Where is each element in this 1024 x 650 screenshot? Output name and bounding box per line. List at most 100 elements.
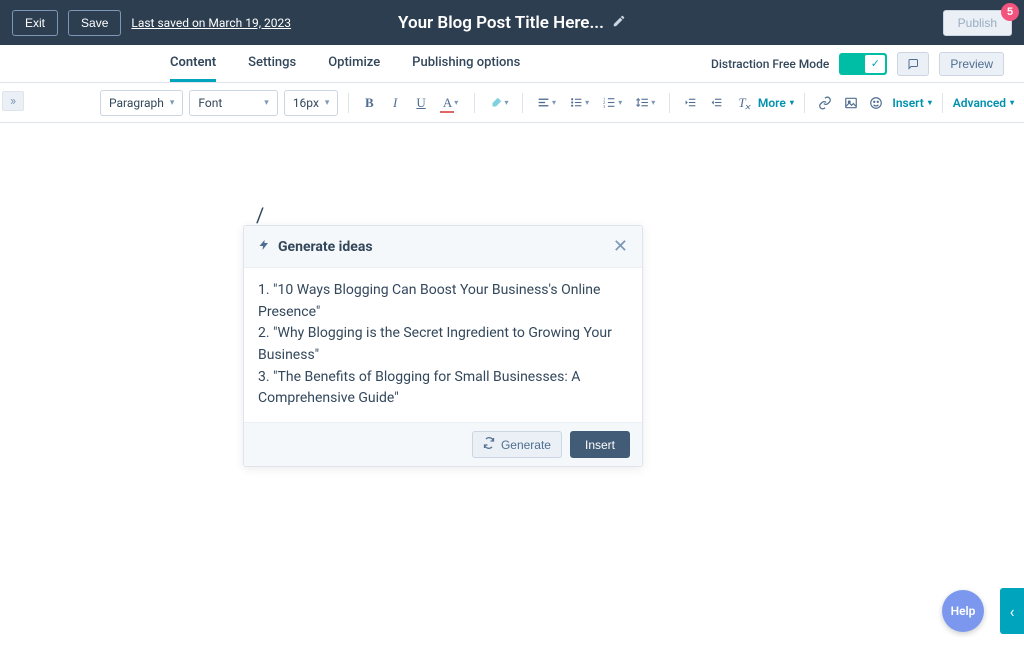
caret-icon: ▾ bbox=[1010, 98, 1014, 107]
topbar: Exit Save Last saved on March 19, 2023 Y… bbox=[0, 0, 1024, 45]
caret-icon: ▾ bbox=[790, 98, 794, 107]
more-menu[interactable]: More ▾ bbox=[758, 96, 794, 110]
italic-button[interactable]: I bbox=[385, 92, 405, 114]
save-button[interactable]: Save bbox=[68, 10, 121, 36]
popup-body: 1. "10 Ways Blogging Can Boost Your Busi… bbox=[244, 268, 642, 422]
font-size-select[interactable]: 16px ▾ bbox=[284, 90, 339, 116]
insert-label: Insert bbox=[892, 96, 923, 110]
exit-button[interactable]: Exit bbox=[12, 10, 58, 36]
numbered-list-button[interactable]: 123 ▾ bbox=[599, 92, 626, 114]
indent-icon bbox=[710, 96, 723, 109]
caret-icon: ▾ bbox=[552, 98, 556, 107]
highlighter-icon bbox=[489, 96, 503, 110]
publish-label: Publish bbox=[958, 16, 997, 30]
text-color-button[interactable]: A ▾ bbox=[437, 92, 464, 114]
caret-icon: ▾ bbox=[928, 98, 932, 107]
close-icon: ✕ bbox=[613, 236, 628, 257]
clear-format-button[interactable]: T✕ bbox=[732, 92, 752, 114]
caret-icon: ▾ bbox=[325, 98, 330, 108]
insert-menu[interactable]: Insert ▾ bbox=[892, 96, 931, 110]
caret-icon: ▾ bbox=[454, 98, 458, 107]
separator bbox=[942, 93, 943, 113]
publish-button[interactable]: Publish 5 bbox=[943, 10, 1012, 36]
clear-format-icon: T✕ bbox=[738, 95, 745, 111]
lightning-icon bbox=[258, 238, 270, 256]
insert-emoji-button[interactable] bbox=[867, 92, 887, 114]
caret-icon: ▾ bbox=[264, 98, 269, 108]
insert-image-button[interactable] bbox=[841, 92, 861, 114]
image-icon bbox=[844, 96, 858, 110]
expand-sidebar-button[interactable]: » bbox=[2, 91, 24, 111]
insert-ai-button[interactable]: Insert bbox=[570, 431, 630, 458]
align-button[interactable]: ▾ bbox=[533, 92, 560, 114]
font-family-select[interactable]: Font ▾ bbox=[189, 90, 277, 116]
text-color-icon: A bbox=[443, 95, 452, 111]
formatting-toolbar: Paragraph ▾ Font ▾ 16px ▾ B I U A ▾ ▾ bbox=[0, 83, 1024, 123]
popup-title-text: Generate ideas bbox=[278, 239, 373, 255]
tab-optimize[interactable]: Optimize bbox=[328, 45, 380, 82]
line-height-icon bbox=[636, 96, 649, 109]
font-size-label: 16px bbox=[293, 96, 319, 110]
generate-button[interactable]: Generate bbox=[472, 431, 562, 458]
preview-button[interactable]: Preview bbox=[939, 52, 1004, 76]
tab-publishing[interactable]: Publishing options bbox=[412, 45, 520, 82]
distraction-free-label: Distraction Free Mode bbox=[711, 57, 829, 71]
separator bbox=[804, 93, 805, 113]
separator bbox=[348, 93, 349, 113]
toolbar-wrap: » Paragraph ▾ Font ▾ 16px ▾ B I U A ▾ ▾ bbox=[0, 83, 1024, 123]
tab-settings[interactable]: Settings bbox=[248, 45, 296, 82]
bullet-list-icon bbox=[570, 96, 583, 109]
publish-badge: 5 bbox=[1001, 3, 1019, 21]
tabs-left: Content Settings Optimize Publishing opt… bbox=[170, 45, 520, 82]
align-left-icon bbox=[537, 96, 550, 109]
link-icon bbox=[818, 96, 832, 110]
outdent-button[interactable] bbox=[680, 92, 700, 114]
help-button[interactable]: Help bbox=[942, 590, 984, 632]
ai-generate-popup: Generate ideas ✕ 1. "10 Ways Blogging Ca… bbox=[243, 225, 643, 467]
tabbar: Content Settings Optimize Publishing opt… bbox=[0, 45, 1024, 83]
caret-icon: ▾ bbox=[170, 98, 175, 108]
page-title[interactable]: Your Blog Post Title Here... bbox=[398, 13, 604, 33]
refresh-icon bbox=[483, 437, 495, 452]
distraction-free-toggle[interactable]: ✓ bbox=[839, 53, 887, 75]
svg-text:3: 3 bbox=[603, 104, 605, 109]
emoji-icon bbox=[869, 96, 883, 110]
insert-link-button[interactable] bbox=[815, 92, 835, 114]
highlight-color-button[interactable]: ▾ bbox=[485, 92, 512, 114]
popup-header: Generate ideas ✕ bbox=[244, 226, 642, 268]
close-popup-button[interactable]: ✕ bbox=[613, 236, 628, 257]
tabs-right: Distraction Free Mode ✓ Preview bbox=[711, 45, 1004, 82]
editor-canvas[interactable]: / Generate ideas ✕ 1. "10 Ways Blogging … bbox=[0, 123, 1024, 650]
advanced-menu[interactable]: Advanced ▾ bbox=[953, 96, 1014, 110]
side-drawer-toggle[interactable]: ‹ bbox=[1000, 588, 1024, 634]
outdent-icon bbox=[684, 96, 697, 109]
slash-command-text: / bbox=[256, 203, 264, 227]
font-family-label: Font bbox=[198, 96, 222, 110]
tab-content[interactable]: Content bbox=[170, 45, 216, 82]
caret-icon: ▾ bbox=[651, 98, 655, 107]
topbar-center: Your Blog Post Title Here... bbox=[398, 13, 626, 33]
edit-title-icon[interactable] bbox=[612, 13, 626, 32]
separator bbox=[474, 93, 475, 113]
separator bbox=[522, 93, 523, 113]
topbar-right: Publish 5 bbox=[943, 10, 1012, 36]
generate-label: Generate bbox=[501, 438, 551, 452]
topbar-left: Exit Save Last saved on March 19, 2023 bbox=[12, 10, 291, 36]
popup-footer: Generate Insert bbox=[244, 422, 642, 466]
line-height-button[interactable]: ▾ bbox=[632, 92, 659, 114]
toggle-knob: ✓ bbox=[865, 55, 885, 73]
bold-button[interactable]: B bbox=[359, 92, 379, 114]
caret-icon: ▾ bbox=[505, 98, 509, 107]
more-label: More bbox=[758, 96, 786, 110]
indent-button[interactable] bbox=[706, 92, 726, 114]
paragraph-style-select[interactable]: Paragraph ▾ bbox=[100, 90, 183, 116]
separator bbox=[669, 93, 670, 113]
last-saved-link[interactable]: Last saved on March 19, 2023 bbox=[131, 16, 291, 30]
comment-icon bbox=[906, 58, 920, 70]
caret-icon: ▾ bbox=[585, 98, 589, 107]
comments-button[interactable] bbox=[897, 52, 929, 76]
bullet-list-button[interactable]: ▾ bbox=[566, 92, 593, 114]
chevron-right-double-icon: » bbox=[10, 94, 16, 109]
underline-button[interactable]: U bbox=[411, 92, 431, 114]
paragraph-style-label: Paragraph bbox=[109, 96, 164, 110]
